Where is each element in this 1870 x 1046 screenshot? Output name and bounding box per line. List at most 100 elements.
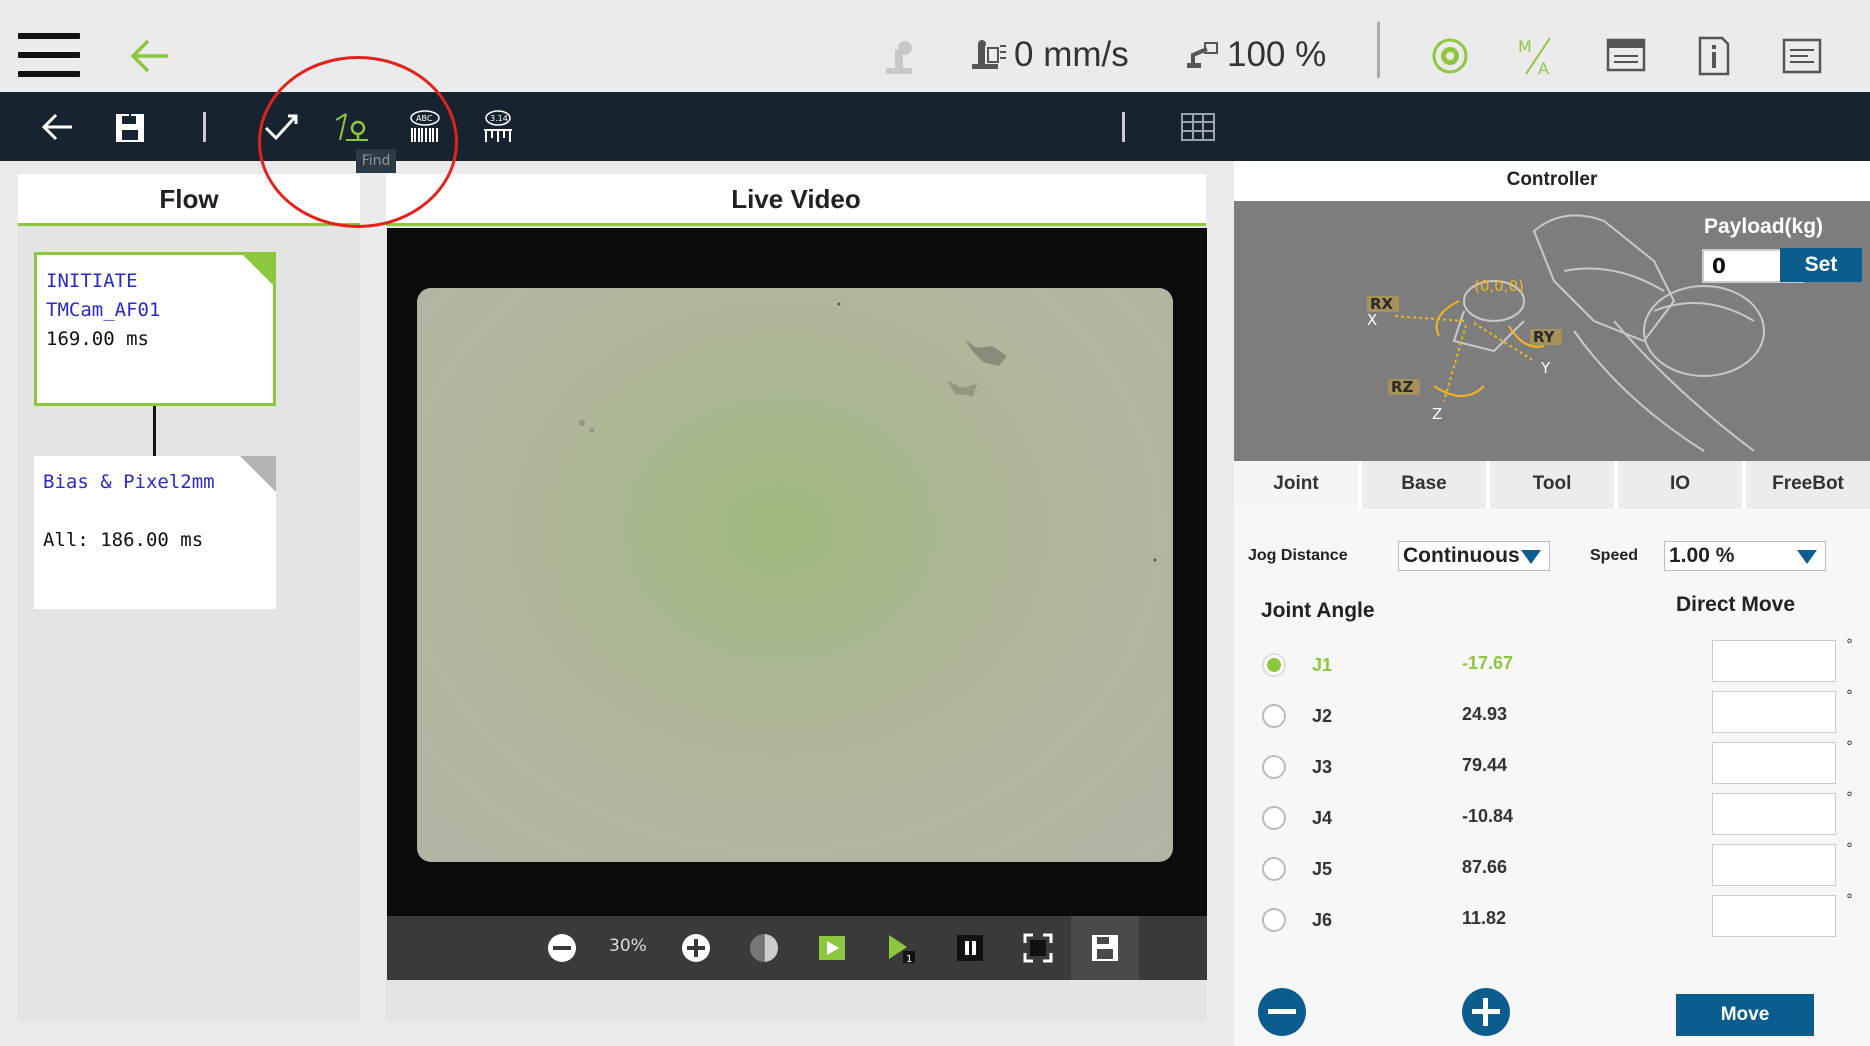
snapshot-button[interactable] xyxy=(1071,916,1139,980)
tab-base[interactable]: Base xyxy=(1362,461,1486,509)
svg-text:A: A xyxy=(1538,59,1549,78)
play-once-icon[interactable]: 1 xyxy=(883,931,917,965)
joint-row-j4: J4 -10.84 ° xyxy=(1262,790,1862,838)
toolbar-divider xyxy=(203,112,206,142)
snapshot-save-icon xyxy=(1092,935,1118,961)
joint-value: 87.66 xyxy=(1462,857,1508,877)
info-icon[interactable] xyxy=(1692,34,1736,78)
zoom-level: 30% xyxy=(609,936,647,956)
jog-minus-button[interactable] xyxy=(1258,988,1306,1036)
direct-move-input-j5[interactable] xyxy=(1712,844,1836,886)
robot-illustration: RX RZ RY X Y Z (0,0,0) xyxy=(1367,214,1765,452)
camera-view xyxy=(387,228,1207,916)
tab-freebot[interactable]: FreeBot xyxy=(1746,461,1870,509)
video-control-bar: 30% 1 xyxy=(387,916,1207,980)
speed-percent-icon xyxy=(1187,42,1218,68)
speed-percent-status: 100 % xyxy=(1185,30,1326,80)
back-arrow-icon[interactable] xyxy=(128,36,172,76)
joint-radio-j4[interactable] xyxy=(1262,806,1286,830)
jog-distance-select[interactable]: Continuous xyxy=(1398,541,1550,571)
top-status-bar: 0 mm/s 100 % M A xyxy=(0,0,1870,92)
dropdown-arrow-icon xyxy=(1797,550,1817,564)
payload-set-button[interactable]: Set xyxy=(1780,248,1862,282)
payload-label: Payload(kg) xyxy=(1704,215,1824,238)
speed-select-value: 1.00 % xyxy=(1669,544,1735,567)
robot-3d-view: RX RZ RY X Y Z (0,0,0) Payload(kg) 0 Set xyxy=(1234,201,1870,461)
live-video-title: Live Video xyxy=(386,174,1206,226)
controller-title: Controller xyxy=(1506,169,1598,190)
joint-radio-j5[interactable] xyxy=(1262,857,1286,881)
degree-symbol: ° xyxy=(1846,739,1853,755)
node-corner-marker xyxy=(240,252,276,288)
degree-symbol: ° xyxy=(1846,892,1853,908)
display-icon[interactable] xyxy=(1604,34,1648,78)
robot-arm-icon xyxy=(886,41,912,74)
origin-label: (0,0,0) xyxy=(1474,277,1524,295)
grid-table-icon[interactable] xyxy=(1178,108,1218,146)
joint-angle-title: Joint Angle xyxy=(1261,599,1375,622)
degree-symbol: ° xyxy=(1846,688,1853,704)
status-divider xyxy=(1377,22,1380,78)
pause-icon[interactable] xyxy=(953,931,987,965)
tab-joint[interactable]: Joint xyxy=(1234,461,1358,509)
joint-value: -10.84 xyxy=(1462,806,1514,826)
joint-row-j3: J3 79.44 ° xyxy=(1262,739,1862,787)
joint-radio-j2[interactable] xyxy=(1262,704,1286,728)
dropdown-arrow-icon xyxy=(1521,550,1541,564)
direct-move-input-j2[interactable] xyxy=(1712,691,1836,733)
joint-radio-j1[interactable] xyxy=(1262,653,1286,677)
joint-row-j5: J5 87.66 ° xyxy=(1262,841,1862,889)
flow-connector xyxy=(153,406,156,456)
controller-panel: Controller RX RZ RY X Y Z (0,0,0) Payloa… xyxy=(1234,161,1870,1046)
joint-value: 24.93 xyxy=(1462,704,1508,724)
zoom-in-icon[interactable] xyxy=(679,931,713,965)
measure-icon[interactable]: 3.14 xyxy=(478,108,518,146)
degree-symbol: ° xyxy=(1846,637,1853,653)
direct-move-input-j1[interactable] xyxy=(1712,640,1836,682)
joint-value: -17.67 xyxy=(1462,653,1514,673)
direct-move-title: Direct Move xyxy=(1676,593,1796,616)
fullscreen-icon[interactable] xyxy=(1021,931,1055,965)
joint-name: J2 xyxy=(1312,706,1333,726)
axis-z-label: Z xyxy=(1432,405,1442,423)
flow-node-bias[interactable]: Bias & Pixel2mm All: 186.00 ms xyxy=(34,456,276,609)
zoom-out-icon[interactable] xyxy=(545,931,579,965)
node-name: Bias & Pixel2mm xyxy=(43,471,215,493)
play-icon[interactable] xyxy=(815,931,849,965)
flow-node-initiate[interactable]: INITIATE TMCam_AF01 169.00 ms xyxy=(34,252,276,406)
jog-plus-button[interactable] xyxy=(1462,988,1510,1036)
surface-marks xyxy=(579,302,1157,562)
tab-tool[interactable]: Tool xyxy=(1490,461,1614,509)
speed-percent-value: 100 % xyxy=(1227,35,1327,74)
back-arrow-icon[interactable] xyxy=(38,108,78,146)
live-video-panel: Live Video 30% 1 xyxy=(386,174,1207,1022)
log-icon[interactable] xyxy=(1780,34,1824,78)
move-button[interactable]: Move xyxy=(1676,994,1814,1036)
axis-rz-label: RZ xyxy=(1391,378,1414,396)
save-icon[interactable] xyxy=(110,108,150,146)
speed-label: Speed xyxy=(1590,547,1639,564)
svg-text:3.14: 3.14 xyxy=(490,114,508,123)
degree-symbol: ° xyxy=(1846,841,1853,857)
tab-io[interactable]: IO xyxy=(1618,461,1742,509)
joint-name: J4 xyxy=(1312,808,1333,828)
target-status-icon[interactable] xyxy=(1428,34,1472,78)
jog-distance-label: Jog Distance xyxy=(1248,547,1348,564)
direct-move-input-j3[interactable] xyxy=(1712,742,1836,784)
axis-x-label: X xyxy=(1367,311,1377,329)
joint-name: J6 xyxy=(1312,910,1333,930)
joint-radio-j3[interactable] xyxy=(1262,755,1286,779)
direct-move-input-j6[interactable] xyxy=(1712,895,1836,937)
joint-radio-j6[interactable] xyxy=(1262,908,1286,932)
menu-icon[interactable] xyxy=(18,33,80,77)
contrast-icon[interactable] xyxy=(747,931,781,965)
node-name: INITIATE xyxy=(46,270,138,292)
manual-auto-icon[interactable]: M A xyxy=(1516,34,1560,78)
toolbar-divider xyxy=(1122,112,1125,142)
svg-text:1: 1 xyxy=(906,954,912,965)
joint-row-j1: J1 -17.67 ° xyxy=(1262,637,1862,685)
joint-name: J5 xyxy=(1312,859,1333,879)
speed-robot-icon xyxy=(972,40,1006,69)
speed-select[interactable]: 1.00 % xyxy=(1664,541,1826,571)
direct-move-input-j4[interactable] xyxy=(1712,793,1836,835)
